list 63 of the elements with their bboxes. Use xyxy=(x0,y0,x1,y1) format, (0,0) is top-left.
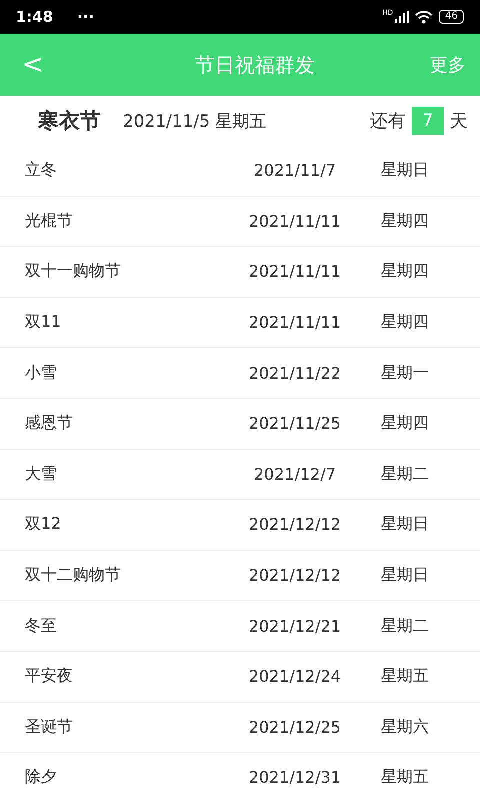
holiday-date: 2021/12/21 xyxy=(248,616,342,636)
holiday-name: 圣诞节 xyxy=(25,716,74,738)
holiday-row[interactable]: 双12 2021/12/12 星期日 xyxy=(0,500,480,551)
holiday-name: 感恩节 xyxy=(25,413,74,434)
wifi-icon xyxy=(415,10,434,24)
holiday-row[interactable]: 除夕 2021/12/31 星期五 xyxy=(0,753,480,800)
holiday-name: 双十一购物节 xyxy=(25,261,122,282)
holiday-date: 2021/11/11 xyxy=(248,262,342,282)
days-unit: 天 xyxy=(450,110,468,133)
holiday-weekday: 星期四 xyxy=(380,210,430,232)
holiday-weekday: 星期日 xyxy=(380,514,430,536)
days-count: 7 xyxy=(412,107,444,135)
holiday-row[interactable]: 冬至 2021/12/21 星期二 xyxy=(0,601,480,652)
notification-dots: ··· xyxy=(77,8,94,26)
holiday-weekday: 星期六 xyxy=(380,716,430,738)
status-time: 1:48 xyxy=(16,8,54,26)
battery-indicator: 46 xyxy=(439,10,464,24)
holiday-row[interactable]: 大雪 2021/12/7 星期二 xyxy=(0,450,480,500)
holiday-date: 2021/11/22 xyxy=(248,364,342,383)
holiday-row[interactable]: 小雪 2021/11/22 星期一 xyxy=(0,348,480,399)
holiday-date: 2021/12/7 xyxy=(252,464,338,484)
holiday-weekday: 星期一 xyxy=(380,362,430,384)
holiday-row[interactable]: 立冬 2021/11/7 星期日 xyxy=(0,146,480,197)
page-title: 节日祝福群发 xyxy=(194,52,316,78)
holiday-row[interactable]: 平安夜 2021/12/24 星期五 xyxy=(0,652,480,703)
holiday-weekday: 星期二 xyxy=(380,464,430,485)
holiday-name: 立冬 xyxy=(25,160,58,182)
holiday-date: 2021/11/11 xyxy=(248,313,342,332)
holiday-date: 2021/11/11 xyxy=(248,212,342,231)
holiday-name: 除夕 xyxy=(25,767,58,788)
holiday-date: 2021/12/12 xyxy=(248,566,342,586)
holiday-name: 小雪 xyxy=(25,362,58,384)
holiday-date: 2021/12/31 xyxy=(248,768,342,788)
holiday-weekday: 星期四 xyxy=(380,261,430,282)
holiday-row[interactable]: 双十二购物节 2021/12/12 星期日 xyxy=(0,550,480,602)
holiday-row[interactable]: 感恩节 2021/11/25 星期四 xyxy=(0,398,480,450)
holiday-weekday: 星期二 xyxy=(380,616,430,637)
holiday-name: 双11 xyxy=(25,312,62,334)
holiday-date: 2021/11/7 xyxy=(252,161,338,180)
holiday-date: 2021/11/25 xyxy=(248,414,342,434)
holiday-name: 冬至 xyxy=(25,616,58,637)
holiday-name: 双十二购物节 xyxy=(25,565,122,586)
signal-icon xyxy=(395,11,410,23)
holiday-row[interactable]: 双十一购物节 2021/11/11 星期四 xyxy=(0,247,480,298)
holiday-row[interactable]: 光棍节 2021/11/11 星期四 xyxy=(0,196,480,248)
holiday-row[interactable]: 双11 2021/11/11 星期四 xyxy=(0,298,480,348)
holiday-name: 大雪 xyxy=(25,464,58,485)
holiday-row[interactable]: 圣诞节 2021/12/25 星期六 xyxy=(0,702,480,754)
holiday-date: 2021/12/25 xyxy=(248,718,342,737)
holiday-name: 光棍节 xyxy=(25,210,74,232)
holiday-name: 平安夜 xyxy=(25,666,74,688)
holiday-name: 双12 xyxy=(25,514,62,536)
holiday-date: 2021/12/24 xyxy=(248,667,342,686)
countdown-label: 还有 xyxy=(370,110,406,133)
holiday-weekday: 星期四 xyxy=(380,312,430,334)
holiday-date: 2021/11/5 星期五 xyxy=(123,110,267,132)
holiday-weekday: 星期日 xyxy=(380,160,430,182)
holiday-weekday: 星期四 xyxy=(380,413,430,434)
holiday-weekday: 星期五 xyxy=(380,767,430,788)
holiday-weekday: 星期日 xyxy=(380,565,430,586)
holiday-name: 寒衣节 xyxy=(38,108,101,135)
holiday-weekday: 星期五 xyxy=(380,666,430,688)
holiday-date: 2021/12/12 xyxy=(248,515,342,534)
